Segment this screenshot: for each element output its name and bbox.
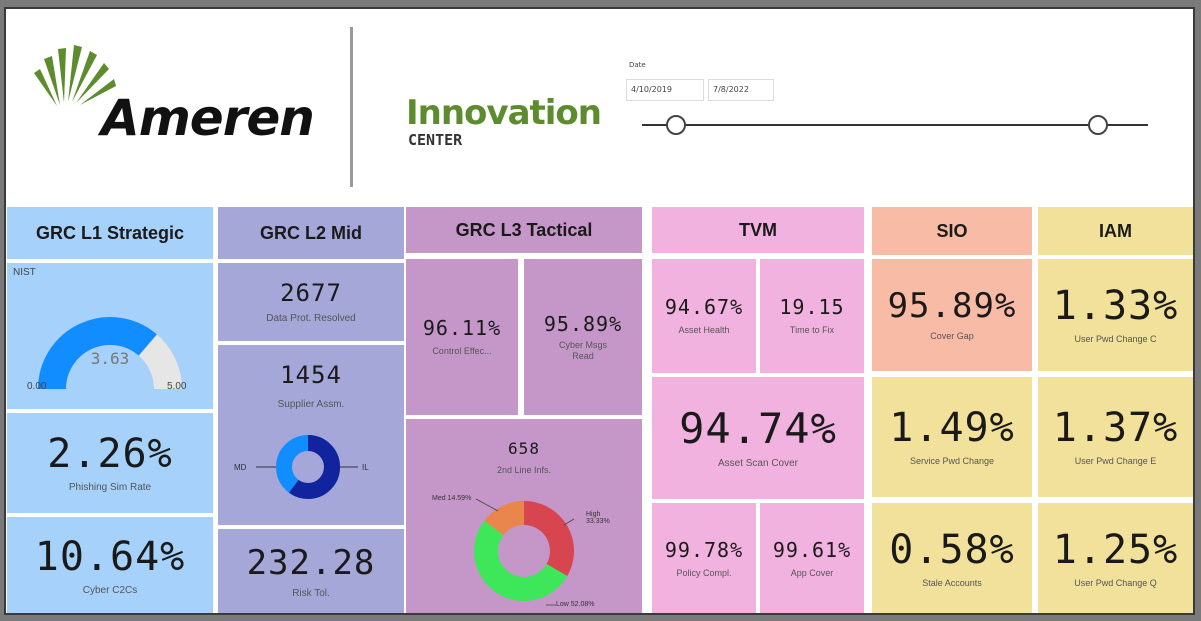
slice-leader-line bbox=[563, 518, 575, 526]
app-cover-card: 99.61% App Cover bbox=[760, 503, 864, 613]
policy-value: 99.78% bbox=[664, 538, 744, 562]
control-effec-card: 96.11% Control Effec... bbox=[406, 259, 518, 415]
service-pwd-value: 1.49% bbox=[889, 405, 1015, 451]
second-line-label: 2nd Line Infs. bbox=[496, 465, 552, 475]
tvm-header: TVM bbox=[652, 207, 864, 253]
pwd-c-value: 1.33% bbox=[1052, 283, 1179, 329]
cyber-msgs-label-2: Read bbox=[572, 350, 594, 361]
grc-l2-title: GRC L2 Mid bbox=[260, 222, 362, 243]
time-fix-label: Time to Fix bbox=[789, 325, 835, 335]
iam-header: IAM bbox=[1038, 207, 1193, 255]
dashboard-frame: Ameren Innovation CENTER Date 4/10/2019 … bbox=[4, 7, 1195, 615]
sio-title: SIO bbox=[936, 220, 968, 241]
gauge-min-label: 0.00 bbox=[27, 381, 47, 392]
asset-health-label: Asset Health bbox=[678, 325, 730, 335]
supplier-value: 1454 bbox=[280, 361, 342, 389]
asset-health-value: 94.67% bbox=[664, 295, 744, 319]
risk-label: Risk Tol. bbox=[292, 587, 330, 599]
control-value: 96.11% bbox=[422, 316, 502, 340]
phishing-label: Phishing Sim Rate bbox=[68, 481, 152, 493]
phishing-value: 2.26% bbox=[47, 430, 173, 477]
cover-gap-value: 95.89% bbox=[887, 286, 1017, 326]
risk-tol-card: 232.28 Risk Tol. bbox=[218, 529, 404, 613]
data-prot-card: 2677 Data Prot. Resolved bbox=[218, 263, 404, 341]
asset-scan-card: 94.74% Asset Scan Cover bbox=[652, 377, 864, 499]
data-prot-label: Data Prot. Resolved bbox=[266, 312, 356, 324]
nist-label: NIST bbox=[13, 267, 36, 278]
date-end-input[interactable]: 7/8/2022 bbox=[708, 79, 774, 101]
stale-label: Stale Accounts bbox=[922, 578, 982, 588]
il-label: IL bbox=[362, 463, 369, 472]
supplier-card: 1454 Supplier Assm. MD IL bbox=[218, 345, 404, 525]
md-label: MD bbox=[234, 463, 247, 472]
med-slice-label: Med 14.59% bbox=[432, 495, 472, 502]
tvm-title: TVM bbox=[739, 219, 777, 240]
scan-cover-label: Asset Scan Cover bbox=[717, 457, 799, 469]
iam-title: IAM bbox=[1099, 220, 1132, 241]
header-divider bbox=[350, 27, 353, 187]
c2c-value: 10.64% bbox=[34, 533, 186, 580]
sio-header: SIO bbox=[872, 207, 1032, 255]
user-pwd-e-card: 1.37% User Pwd Change E bbox=[1038, 377, 1193, 497]
pwd-q-label: User Pwd Change Q bbox=[1074, 578, 1157, 588]
policy-compl-card: 99.78% Policy Compl. bbox=[652, 503, 756, 613]
time-fix-value: 19.15 bbox=[779, 295, 845, 319]
low-slice-label: Low 52.08% bbox=[556, 601, 595, 608]
cyber-msgs-label-1: Cyber Msgs bbox=[558, 339, 607, 350]
cyber-msgs-value: 95.89% bbox=[543, 311, 623, 336]
date-slider-start-handle[interactable] bbox=[666, 115, 686, 135]
stale-accounts-card: 0.58% Stale Accounts bbox=[872, 503, 1032, 613]
pwd-e-value: 1.37% bbox=[1052, 405, 1179, 451]
c2c-label: Cyber C2Cs bbox=[82, 584, 138, 596]
gauge-max-label: 5.00 bbox=[167, 381, 187, 392]
date-slider-track[interactable] bbox=[642, 124, 1148, 126]
asset-health-card: 94.67% Asset Health bbox=[652, 259, 756, 373]
risk-slice-high[interactable] bbox=[524, 501, 574, 576]
date-slider-end-handle[interactable] bbox=[1088, 115, 1108, 135]
nist-gauge-card: NIST 3.63 0.00 5.00 bbox=[7, 263, 213, 409]
grc-l3-title: GRC L3 Tactical bbox=[455, 219, 593, 240]
second-line-card: 658 2nd Line Infs. Med 14.59% High 33.33… bbox=[406, 419, 642, 613]
second-line-value: 658 bbox=[508, 439, 540, 458]
scan-cover-value: 94.74% bbox=[679, 403, 837, 453]
date-start-input[interactable]: 4/10/2019 bbox=[626, 79, 704, 101]
slice-leader-line bbox=[475, 498, 499, 512]
ameren-logo-text: Ameren bbox=[101, 89, 315, 147]
innovation-title: Innovation bbox=[406, 93, 602, 133]
policy-label: Policy Compl. bbox=[676, 568, 732, 578]
app-cover-label: App Cover bbox=[790, 568, 834, 578]
cyber-msgs-card: 95.89% Cyber Msgs Read bbox=[524, 259, 642, 415]
service-pwd-card: 1.49% Service Pwd Change bbox=[872, 377, 1032, 497]
user-pwd-c-card: 1.33% User Pwd Change C bbox=[1038, 259, 1193, 371]
grc-l1-header: GRC L1 Strategic bbox=[7, 207, 213, 259]
pwd-e-label: User Pwd Change E bbox=[1074, 456, 1157, 466]
cyber-c2c-card: 10.64% Cyber C2Cs bbox=[7, 517, 213, 613]
high-slice-label: High 33.33% bbox=[586, 511, 610, 525]
app-cover-value: 99.61% bbox=[772, 538, 852, 562]
user-pwd-q-card: 1.25% User Pwd Change Q bbox=[1038, 503, 1193, 613]
control-label: Control Effec... bbox=[432, 346, 492, 356]
stale-value: 0.58% bbox=[889, 527, 1015, 573]
nist-gauge-value: 3.63 bbox=[90, 349, 130, 368]
grc-l2-header: GRC L2 Mid bbox=[218, 207, 404, 259]
phishing-card: 2.26% Phishing Sim Rate bbox=[7, 413, 213, 513]
time-to-fix-card: 19.15 Time to Fix bbox=[760, 259, 864, 373]
cover-gap-label: Cover Gap bbox=[930, 331, 974, 341]
cover-gap-card: 95.89% Cover Gap bbox=[872, 259, 1032, 371]
date-filter-label: Date bbox=[629, 61, 646, 69]
center-subtitle: CENTER bbox=[408, 131, 463, 149]
risk-value: 232.28 bbox=[246, 542, 376, 583]
pwd-q-value: 1.25% bbox=[1052, 527, 1179, 573]
service-pwd-label: Service Pwd Change bbox=[909, 456, 995, 466]
pwd-c-label: User Pwd Change C bbox=[1074, 334, 1157, 344]
data-prot-value: 2677 bbox=[280, 278, 342, 307]
grc-l1-title: GRC L1 Strategic bbox=[35, 222, 185, 243]
grc-l3-header: GRC L3 Tactical bbox=[406, 207, 642, 253]
